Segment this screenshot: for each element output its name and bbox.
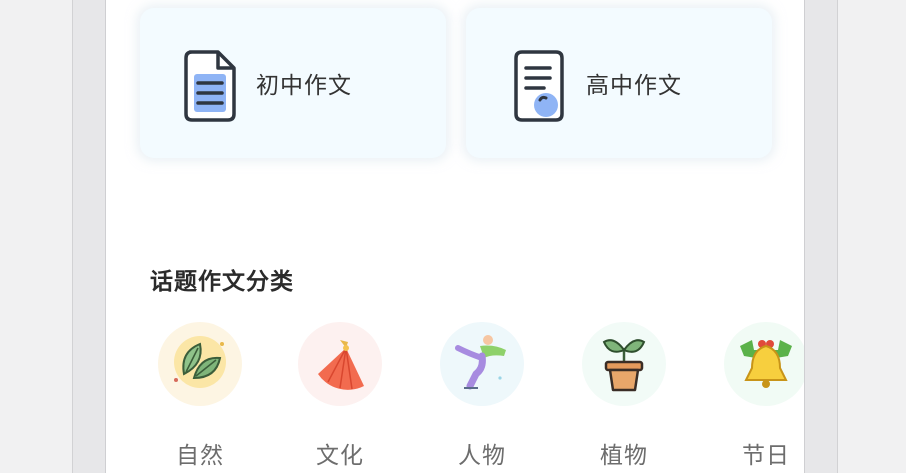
- category-label: 人物: [458, 443, 506, 469]
- folding-fan-icon: [318, 340, 364, 390]
- category-people[interactable]: 人物: [434, 316, 530, 473]
- app-screen: 初中作文 高中作文 话题作文分类 自然 文化 人物 植物 节日: [106, 0, 804, 473]
- document-check-icon: [512, 48, 568, 128]
- category-festivals[interactable]: 节日: [718, 316, 804, 473]
- leaves-icon: [174, 336, 226, 388]
- category-label: 文化: [316, 443, 364, 469]
- junior-high-essay-label: 初中作文: [256, 73, 352, 99]
- senior-high-essay-card[interactable]: 高中作文: [466, 8, 772, 158]
- figure-skater-icon: [455, 335, 506, 390]
- device-frame-right: [804, 0, 838, 473]
- category-label: 植物: [600, 443, 648, 469]
- section-title: 话题作文分类: [150, 269, 294, 295]
- senior-high-essay-label: 高中作文: [586, 73, 682, 99]
- category-plants[interactable]: 植物: [576, 316, 672, 473]
- category-nature[interactable]: 自然: [152, 316, 248, 473]
- category-label: 节日: [742, 443, 790, 469]
- document-lines-icon: [182, 48, 238, 128]
- junior-high-essay-card[interactable]: 初中作文: [140, 8, 446, 158]
- christmas-bell-icon: [740, 340, 792, 388]
- potted-plant-icon: [602, 339, 646, 392]
- category-label: 自然: [176, 443, 224, 469]
- category-culture[interactable]: 文化: [292, 316, 388, 473]
- device-frame-left: [72, 0, 106, 473]
